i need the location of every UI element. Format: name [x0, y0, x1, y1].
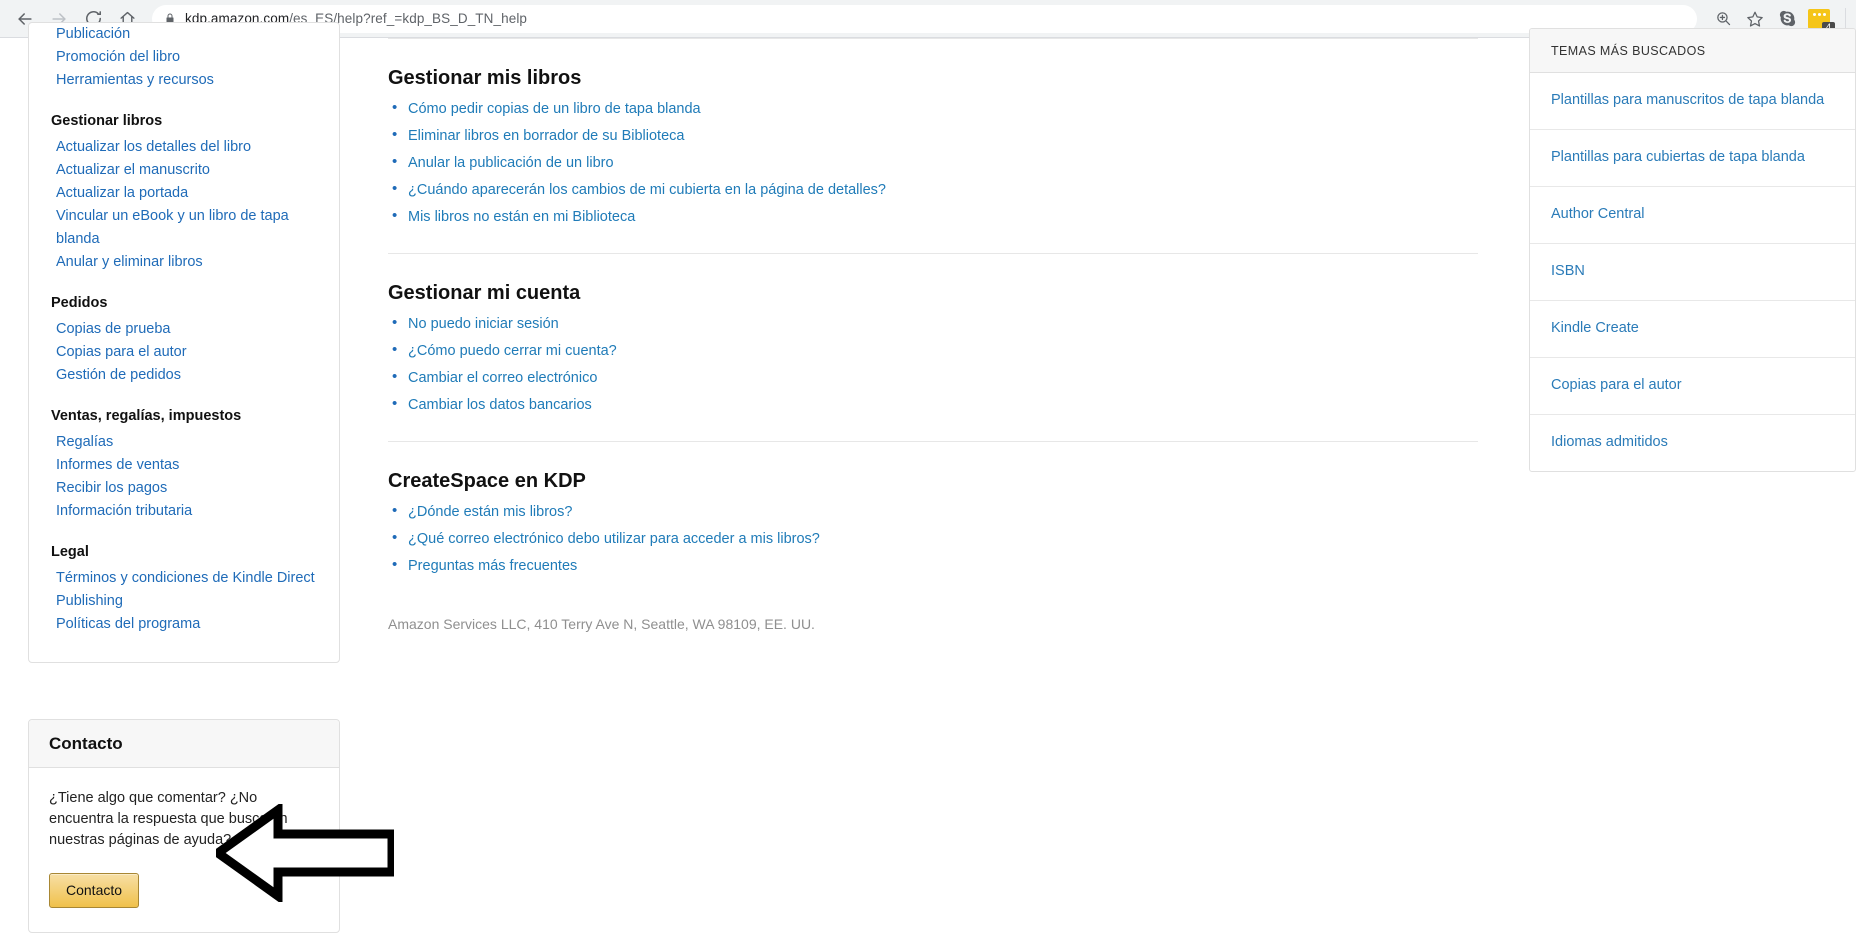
toolbar-divider — [1845, 7, 1846, 30]
sidebar-link-terminos-y-condiciones[interactable]: Términos y condiciones de Kindle Direct … — [51, 567, 317, 613]
sidebar-link-actualizar-manuscrito[interactable]: Actualizar el manuscrito — [51, 159, 317, 182]
sidebar-link-publicacion[interactable]: Publicación — [51, 23, 317, 46]
sidebar-link-actualizar-detalles[interactable]: Actualizar los detalles del libro — [51, 136, 317, 159]
sidebar-link-gestion-de-pedidos[interactable]: Gestión de pedidos — [51, 364, 317, 387]
list-item: Mis libros no están en mi Biblioteca — [388, 206, 1478, 227]
topic-link-kindle-create[interactable]: Kindle Create — [1530, 301, 1855, 357]
contact-card-body: ¿Tiene algo que comentar? ¿No encuentra … — [29, 768, 339, 932]
sidebar-link-promocion-del-libro[interactable]: Promoción del libro — [51, 46, 317, 69]
list-item: No puedo iniciar sesión — [388, 313, 1478, 334]
topic-link-plantillas-manuscritos[interactable]: Plantillas para manuscritos de tapa blan… — [1530, 73, 1855, 129]
content-link-eliminar-libros-borrador[interactable]: Eliminar libros en borrador de su Biblio… — [408, 128, 684, 144]
topic-link-plantillas-cubiertas[interactable]: Plantillas para cubiertas de tapa blanda — [1530, 130, 1855, 186]
contact-card: Contacto ¿Tiene algo que comentar? ¿No e… — [28, 719, 340, 933]
content-link-cerrar-mi-cuenta[interactable]: ¿Cómo puedo cerrar mi cuenta? — [408, 343, 617, 359]
content-link-como-pedir-copias[interactable]: Cómo pedir copias de un libro de tapa bl… — [408, 101, 701, 117]
list-item: ¿Qué correo electrónico debo utilizar pa… — [388, 528, 1478, 549]
topic-link-idiomas-admitidos[interactable]: Idiomas admitidos — [1530, 415, 1855, 471]
sidebar-link-politicas-del-programa[interactable]: Políticas del programa — [51, 613, 317, 636]
section-createspace-en-kdp: CreateSpace en KDP ¿Dónde están mis libr… — [388, 442, 1478, 576]
topic-link-author-central[interactable]: Author Central — [1530, 187, 1855, 243]
sidebar-link-regalias[interactable]: Regalías — [51, 431, 317, 454]
nav-group-pedidos: Pedidos Copias de prueba Copias para el … — [51, 292, 317, 387]
main-content: Gestionar mis libros Cómo pedir copias d… — [388, 38, 1478, 632]
nav-group-top: Publicación Promoción del libro Herramie… — [51, 23, 317, 92]
content-link-cambiar-correo[interactable]: Cambiar el correo electrónico — [408, 370, 597, 386]
help-navigation-card: Publicación Promoción del libro Herramie… — [28, 22, 340, 663]
list-item: Eliminar libros en borrador de su Biblio… — [388, 125, 1478, 146]
content-link-cambiar-datos-bancarios[interactable]: Cambiar los datos bancarios — [408, 397, 592, 413]
sidebar-link-recibir-los-pagos[interactable]: Recibir los pagos — [51, 477, 317, 500]
list-item: Cambiar el correo electrónico — [388, 367, 1478, 388]
list-item: Kindle Create — [1530, 301, 1855, 358]
list-item: ¿Dónde están mis libros? — [388, 501, 1478, 522]
sidebar-link-actualizar-portada[interactable]: Actualizar la portada — [51, 182, 317, 205]
nav-group-gestionar-libros: Gestionar libros Actualizar los detalles… — [51, 110, 317, 274]
address-bar[interactable]: kdp.amazon.com/es_ES/help?ref_=kdp_BS_D_… — [152, 4, 1697, 33]
link-list-gestionar-mis-libros: Cómo pedir copias de un libro de tapa bl… — [388, 98, 1478, 227]
list-item: Plantillas para manuscritos de tapa blan… — [1530, 73, 1855, 130]
top-topics-title: TEMAS MÁS BUSCADOS — [1551, 44, 1706, 58]
list-item: ISBN — [1530, 244, 1855, 301]
content-link-cambios-cubierta[interactable]: ¿Cuándo aparecerán los cambios de mi cub… — [408, 182, 886, 198]
content-link-donde-estan-mis-libros[interactable]: ¿Dónde están mis libros? — [408, 504, 572, 520]
sidebar-link-informes-de-ventas[interactable]: Informes de ventas — [51, 454, 317, 477]
sidebar-heading-ventas-regalias-impuestos: Ventas, regalías, impuestos — [51, 408, 242, 424]
list-item: Anular la publicación de un libro — [388, 152, 1478, 173]
extension-dots — [1812, 12, 1826, 16]
list-item: Plantillas para cubiertas de tapa blanda — [1530, 130, 1855, 187]
sidebar-link-copias-de-prueba[interactable]: Copias de prueba — [51, 318, 317, 341]
contact-card-title: Contacto — [49, 734, 123, 753]
list-item: Preguntas más frecuentes — [388, 555, 1478, 576]
topic-link-copias-para-el-autor[interactable]: Copias para el autor — [1530, 358, 1855, 414]
sidebar-heading-gestionar-libros: Gestionar libros — [51, 113, 163, 129]
list-item: Cambiar los datos bancarios — [388, 394, 1478, 415]
list-item: ¿Cómo puedo cerrar mi cuenta? — [388, 340, 1478, 361]
right-sidebar: TEMAS MÁS BUSCADOS Plantillas para manus… — [1529, 28, 1856, 472]
left-sidebar: Publicación Promoción del libro Herramie… — [28, 22, 340, 933]
contact-card-header: Contacto — [29, 720, 339, 768]
sidebar-link-anular-eliminar-libros[interactable]: Anular y eliminar libros — [51, 251, 317, 274]
sidebar-link-herramientas-y-recursos[interactable]: Herramientas y recursos — [51, 69, 317, 92]
section-title-createspace-en-kdp: CreateSpace en KDP — [388, 470, 586, 492]
help-navigation-list: Publicación Promoción del libro Herramie… — [29, 23, 339, 636]
content-link-que-correo-electronico[interactable]: ¿Qué correo electrónico debo utilizar pa… — [408, 531, 820, 547]
section-gestionar-mis-libros: Gestionar mis libros Cómo pedir copias d… — [388, 39, 1478, 227]
list-item: Author Central — [1530, 187, 1855, 244]
nav-group-legal: Legal Términos y condiciones de Kindle D… — [51, 541, 317, 636]
sidebar-link-vincular-ebook[interactable]: Vincular un eBook y un libro de tapa bla… — [51, 205, 317, 251]
sidebar-link-informacion-tributaria[interactable]: Información tributaria — [51, 500, 317, 523]
content-link-libros-no-estan[interactable]: Mis libros no están en mi Biblioteca — [408, 209, 635, 225]
top-topics-header: TEMAS MÁS BUSCADOS — [1530, 29, 1855, 73]
contact-button[interactable]: Contacto — [49, 873, 140, 908]
top-topics-card: TEMAS MÁS BUSCADOS Plantillas para manus… — [1529, 28, 1856, 472]
sidebar-heading-pedidos: Pedidos — [51, 295, 108, 311]
topic-link-isbn[interactable]: ISBN — [1530, 244, 1855, 300]
page-content: Publicación Promoción del libro Herramie… — [0, 22, 1856, 933]
list-item: Copias para el autor — [1530, 358, 1855, 415]
sidebar-heading-legal: Legal — [51, 544, 89, 560]
section-title-gestionar-mis-libros: Gestionar mis libros — [388, 67, 582, 89]
list-item: Idiomas admitidos — [1530, 415, 1855, 471]
nav-group-ventas-regalias: Ventas, regalías, impuestos Regalías Inf… — [51, 405, 317, 523]
contact-card-text: ¿Tiene algo que comentar? ¿No encuentra … — [49, 790, 288, 848]
section-title-gestionar-mi-cuenta: Gestionar mi cuenta — [388, 282, 581, 304]
content-link-preguntas-mas-frecuentes[interactable]: Preguntas más frecuentes — [408, 558, 577, 574]
list-item: ¿Cuándo aparecerán los cambios de mi cub… — [388, 179, 1478, 200]
footer-address: Amazon Services LLC, 410 Terry Ave N, Se… — [388, 616, 815, 632]
link-list-gestionar-mi-cuenta: No puedo iniciar sesión ¿Cómo puedo cerr… — [388, 313, 1478, 415]
sidebar-link-copias-para-el-autor[interactable]: Copias para el autor — [51, 341, 317, 364]
list-item: Cómo pedir copias de un libro de tapa bl… — [388, 98, 1478, 119]
content-link-no-puedo-iniciar-sesion[interactable]: No puedo iniciar sesión — [408, 316, 559, 332]
section-gestionar-mi-cuenta: Gestionar mi cuenta No puedo iniciar ses… — [388, 254, 1478, 415]
link-list-createspace: ¿Dónde están mis libros? ¿Qué correo ele… — [388, 501, 1478, 576]
content-link-anular-publicacion[interactable]: Anular la publicación de un libro — [408, 155, 614, 171]
